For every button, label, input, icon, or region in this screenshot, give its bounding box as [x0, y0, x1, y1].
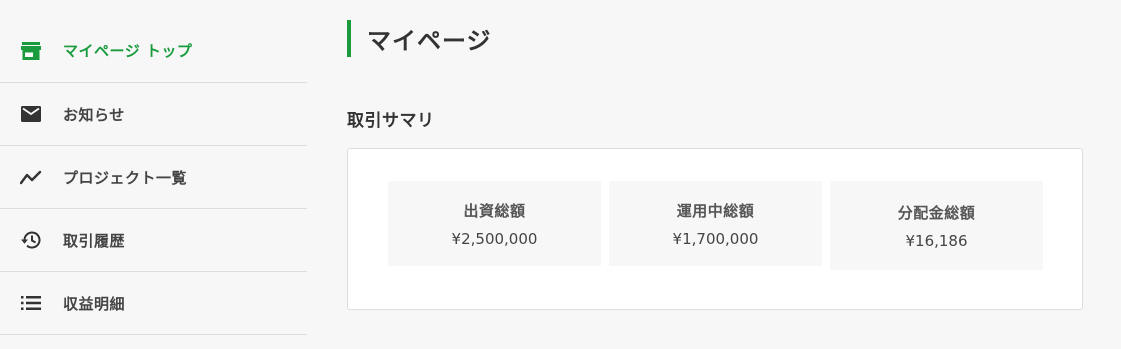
stat-label: 分配金総額: [897, 203, 976, 222]
stat-total-investment: 出資総額 ¥2,500,000: [388, 181, 601, 266]
store-icon: [19, 39, 43, 63]
sidebar-item-history[interactable]: 取引履歴: [0, 209, 307, 272]
sidebar-item-mypage-top[interactable]: マイページ トップ: [0, 19, 307, 83]
section-title: 取引サマリ: [347, 111, 435, 131]
stat-value: ¥2,500,000: [451, 229, 538, 248]
sidebar-item-label: お知らせ: [63, 105, 125, 124]
sidebar-nav: マイページ トップ お知らせ プロジェクト一覧 取引履歴 収益明細: [0, 19, 307, 335]
sidebar-item-label: 取引履歴: [63, 231, 126, 250]
sidebar-item-label: プロジェクト一覧: [63, 168, 188, 187]
stat-value: ¥1,700,000: [672, 229, 759, 248]
list-icon: [19, 291, 43, 315]
sidebar-item-news[interactable]: お知らせ: [0, 83, 307, 146]
stat-value: ¥16,186: [905, 231, 968, 250]
stat-total-distribution: 分配金総額 ¥16,186: [830, 181, 1043, 270]
mail-icon: [19, 102, 43, 126]
sidebar-item-projects[interactable]: プロジェクト一覧: [0, 146, 307, 209]
sidebar-item-label: マイページ トップ: [63, 42, 193, 60]
summary-stats: 出資総額 ¥2,500,000 運用中総額 ¥1,700,000 分配金総額 ¥…: [388, 181, 1043, 270]
sidebar-item-earnings[interactable]: 収益明細: [0, 272, 307, 335]
history-icon: [19, 228, 43, 252]
stat-active-investment: 運用中総額 ¥1,700,000: [609, 181, 822, 266]
stat-label: 出資総額: [463, 201, 526, 220]
page-title: マイページ: [347, 20, 492, 57]
trending-line-icon: [19, 165, 43, 189]
sidebar-item-label: 収益明細: [63, 294, 126, 313]
transaction-summary-card: 出資総額 ¥2,500,000 運用中総額 ¥1,700,000 分配金総額 ¥…: [347, 148, 1083, 310]
stat-label: 運用中総額: [676, 201, 755, 220]
